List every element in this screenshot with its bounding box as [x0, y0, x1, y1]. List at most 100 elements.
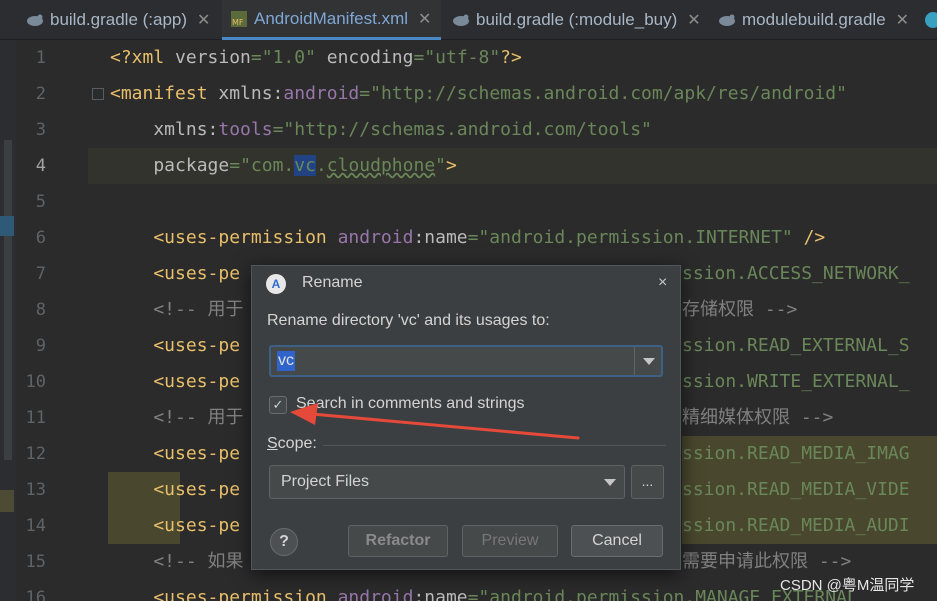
gradle-icon	[718, 11, 736, 29]
token: <manifest	[110, 83, 219, 104]
svg-text:MF: MF	[232, 18, 244, 27]
line-number: 3	[35, 120, 46, 140]
token: "1.0"	[261, 47, 316, 68]
close-icon[interactable]: ✕	[418, 9, 431, 29]
search-in-comments-checkbox[interactable]: ✓	[269, 396, 287, 414]
marker	[0, 490, 14, 512]
close-icon[interactable]: ✕	[896, 10, 909, 30]
file-icon[interactable]	[925, 12, 937, 28]
code-line: ssion.ACCESS_NETWORK_	[682, 263, 910, 284]
preview-button[interactable]: Preview	[462, 525, 558, 557]
line-number: 7	[35, 264, 46, 284]
scope-more-button[interactable]: ...	[631, 465, 664, 499]
token: .	[315, 155, 327, 176]
token: <uses-permission	[110, 227, 338, 248]
code-line: ssion.WRITE_EXTERNAL_	[682, 371, 910, 392]
code-line: ssion.READ_MEDIA_AUDI	[682, 515, 910, 536]
token: cloudphone	[326, 155, 436, 176]
line-number: 12	[25, 444, 46, 464]
token: =	[272, 119, 284, 140]
token: "utf-8"	[424, 47, 501, 68]
tab-label: modulebuild.gradle	[742, 10, 886, 29]
code-line: xmlns:tools="http://schemas.android.com/…	[110, 112, 652, 148]
code-line: ssion.READ_MEDIA_IMAG	[682, 443, 910, 464]
line-number: 5	[35, 192, 46, 212]
line-number: 2	[35, 84, 46, 104]
code-line: <uses-pe	[110, 371, 241, 392]
editor-tab-bar: build.gradle (:app) ✕ MF AndroidManifest…	[0, 0, 937, 40]
token: <uses-permission	[110, 587, 338, 601]
new-name-value: vc	[277, 351, 295, 371]
search-in-comments-label[interactable]: Search in comments and strings	[296, 395, 525, 413]
code-line: <uses-pe	[110, 479, 241, 500]
token: <?xml	[110, 47, 176, 68]
help-button[interactable]: ?	[270, 528, 298, 556]
chevron-down-icon[interactable]	[604, 479, 616, 486]
token: "http://schemas.android.com/apk/res/andr…	[370, 83, 847, 104]
code-line: <uses-pe	[110, 443, 241, 464]
line-number: 6	[35, 228, 46, 248]
selected-token: vc	[294, 155, 316, 176]
scope-value: Project Files	[281, 473, 370, 490]
line-number: 8	[35, 300, 46, 320]
code-line: <?xml version="1.0" encoding="utf-8"?>	[110, 40, 522, 76]
token: =	[413, 47, 425, 68]
token: =	[250, 47, 262, 68]
token: =	[467, 587, 479, 601]
line-number: 14	[25, 516, 46, 536]
manifest-icon: MF	[230, 10, 248, 28]
token: =	[359, 83, 371, 104]
dialog-title-bar[interactable]: A Rename ×	[252, 266, 680, 302]
line-number: 10	[25, 372, 46, 392]
code-line: 存储权限 -->	[682, 299, 798, 320]
tab-build-gradle-module-buy[interactable]: build.gradle (:module_buy) ✕	[452, 0, 701, 40]
token: ?>	[500, 47, 522, 68]
token: package	[110, 155, 230, 176]
line-number: 4	[35, 156, 46, 176]
token: :name	[413, 227, 468, 248]
line-number: 9	[35, 336, 46, 356]
tab-android-manifest[interactable]: MF AndroidManifest.xml ✕	[222, 0, 442, 40]
token: encoding	[315, 47, 414, 68]
line-number: 11	[25, 408, 46, 428]
divider	[323, 445, 666, 446]
tab-label: build.gradle (:module_buy)	[476, 10, 678, 29]
code-line: <!-- 用于	[110, 299, 244, 320]
token: />	[792, 227, 826, 248]
tab-build-gradle-app[interactable]: build.gradle (:app) ✕	[26, 0, 210, 40]
scope-mnemonic: S	[267, 435, 278, 452]
line-number: 16	[25, 588, 46, 601]
marker	[0, 216, 14, 236]
cancel-button[interactable]: Cancel	[571, 525, 663, 557]
fold-icon[interactable]	[92, 88, 104, 100]
token: "android.permission.INTERNET"	[478, 227, 793, 248]
left-tool-strip	[0, 40, 16, 601]
code-line: <uses-pe	[110, 263, 241, 284]
scroll-track	[4, 140, 12, 460]
code-line: <uses-pe	[110, 335, 241, 356]
token: android	[337, 227, 414, 248]
token: android	[283, 83, 360, 104]
code-line: ssion.READ_MEDIA_VIDE	[682, 479, 910, 500]
token: "com.	[240, 155, 295, 176]
line-number: 1	[35, 48, 46, 68]
tab-modulebuild-gradle[interactable]: modulebuild.gradle ✕	[718, 0, 909, 40]
code-line: 精细媒体权限 -->	[682, 407, 834, 428]
scope-label-text: cope:	[277, 435, 317, 452]
new-name-input[interactable]: vc	[269, 345, 663, 377]
close-icon[interactable]: ✕	[687, 10, 700, 30]
code-line: package="com.vc.cloudphone">	[110, 148, 457, 184]
chevron-down-icon[interactable]	[643, 358, 655, 365]
token: :name	[413, 587, 468, 601]
code-line: ssion.READ_EXTERNAL_S	[682, 335, 910, 356]
rename-prompt: Rename directory 'vc' and its usages to:	[267, 312, 550, 329]
token: >	[446, 155, 457, 176]
close-icon[interactable]: ×	[658, 274, 667, 292]
code-line: <manifest xmlns:android="http://schemas.…	[110, 76, 847, 112]
refactor-button[interactable]: Refactor	[348, 525, 448, 557]
close-icon[interactable]: ✕	[197, 10, 210, 30]
token: version	[175, 47, 251, 68]
divider	[634, 347, 635, 375]
rename-dialog: A Rename × Rename directory 'vc' and its…	[251, 265, 681, 570]
scope-select[interactable]: Project Files	[269, 465, 625, 499]
